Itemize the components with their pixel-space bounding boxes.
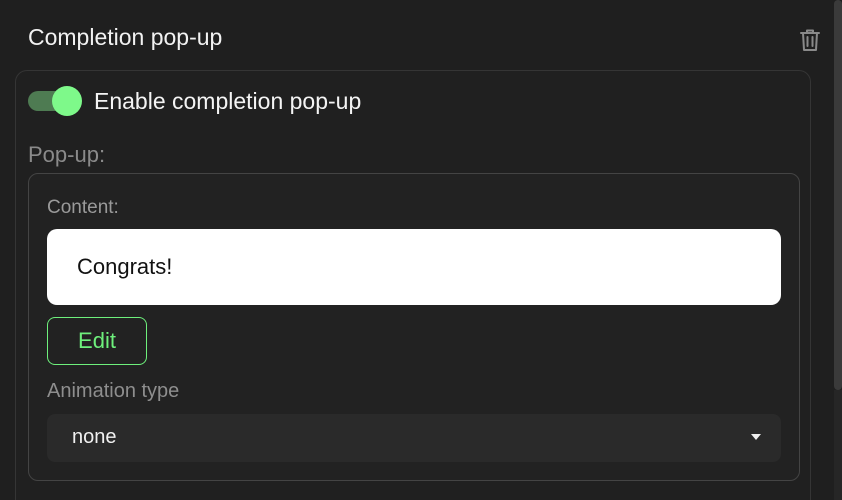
edit-button[interactable]: Edit [47,317,147,365]
animation-type-value: none [72,426,117,448]
trash-icon[interactable] [796,26,824,54]
toggle-knob [52,86,82,116]
animation-type-select[interactable]: none [47,414,781,462]
popup-label: Pop-up: [28,142,106,167]
content-text: Congrats! [77,254,173,279]
scrollbar-track[interactable] [834,390,842,500]
scrollbar-thumb[interactable] [834,0,842,390]
content-label: Content: [47,197,119,218]
completion-popup-panel: Completion pop-up Enable completion pop-… [0,0,842,500]
animation-type-label: Animation type [47,380,180,402]
caret-down-icon [751,434,761,440]
toggle-label: Enable completion pop-up [94,88,362,114]
enable-completion-toggle[interactable] [28,86,84,116]
section-title: Completion pop-up [28,24,223,50]
content-preview: Congrats! [47,229,781,305]
